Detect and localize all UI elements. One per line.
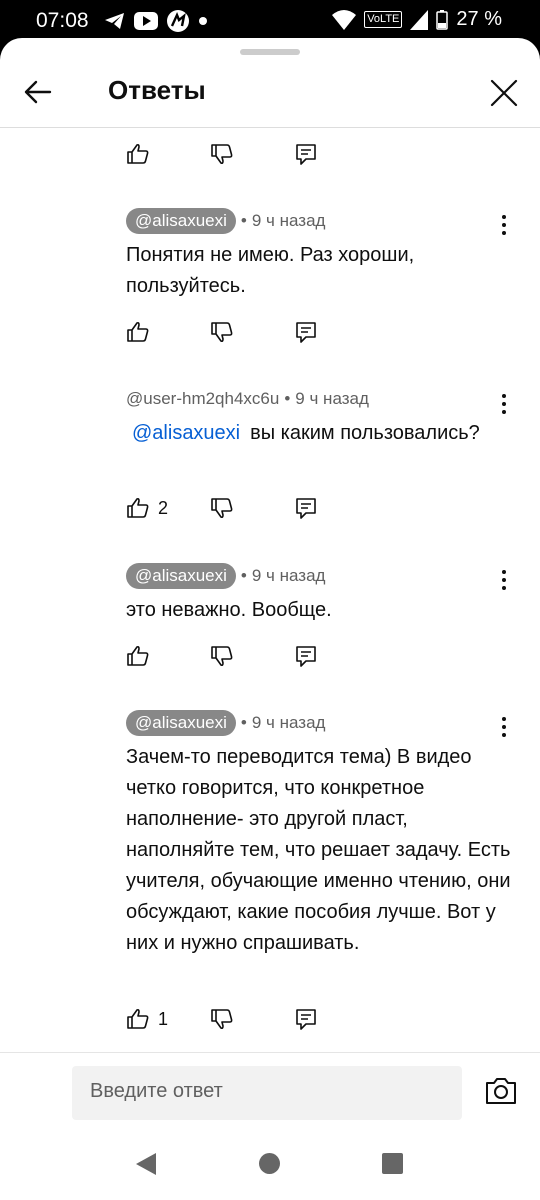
- more-options-button[interactable]: [492, 213, 516, 237]
- comment-text: Зачем-то переводится тема) В видео четко…: [126, 746, 511, 954]
- thumbs-up-icon: [127, 645, 149, 666]
- triangle-back-icon: [136, 1153, 156, 1175]
- nav-back-button[interactable]: [134, 1152, 158, 1176]
- reply-icon: [296, 646, 316, 667]
- reply-button[interactable]: [294, 496, 318, 520]
- signal-icon: [410, 9, 429, 30]
- like-count: 1: [158, 1008, 169, 1029]
- like-button[interactable]: [126, 644, 210, 668]
- reply-button[interactable]: [294, 320, 318, 344]
- notification-dot-icon: [198, 16, 208, 26]
- status-bar: 07:08 VoLTE 27 %: [0, 0, 540, 40]
- dislike-button[interactable]: [210, 496, 294, 520]
- reply-button[interactable]: [294, 644, 318, 668]
- dislike-button[interactable]: [210, 320, 294, 344]
- youtube-icon: [134, 12, 158, 30]
- like-button[interactable]: 2: [126, 496, 210, 520]
- comment-time: 9 ч назад: [295, 389, 369, 408]
- nav-home-button[interactable]: [259, 1153, 280, 1174]
- reply-icon: [296, 1009, 316, 1030]
- system-nav-bar: [0, 1130, 540, 1200]
- comment-time: 9 ч назад: [251, 566, 326, 585]
- comment-author[interactable]: @alisaxuexi: [126, 208, 236, 234]
- comment-actions: 1: [126, 1004, 318, 1034]
- reply-button[interactable]: [294, 142, 318, 166]
- like-button[interactable]: 1: [126, 1007, 210, 1031]
- comment-text: Понятия не имею. Раз хороши, пользуйтесь…: [126, 244, 415, 297]
- thumbs-down-icon: [211, 498, 233, 519]
- thumbs-down-icon: [211, 1009, 233, 1030]
- page-title: Ответы: [108, 75, 206, 105]
- comment-text: вы каким пользовались?: [250, 422, 480, 444]
- comment-text: это неважно. Вообще.: [126, 599, 332, 621]
- header-divider: [0, 127, 540, 128]
- thumbs-down-icon: [211, 322, 233, 343]
- dislike-button[interactable]: [210, 142, 294, 166]
- comment-item: @user-hm2qh4xc6u • 9 ч назад @alisaxuexi…: [126, 389, 480, 444]
- reply-icon: [296, 322, 316, 343]
- more-vert-icon: [502, 570, 506, 590]
- battery-percent: 27 %: [456, 8, 502, 30]
- comment-item: @alisaxuexi • 9 ч назад это неважно. Воо…: [126, 562, 516, 626]
- thumbs-up-icon: [127, 143, 149, 164]
- mention-link[interactable]: @alisaxuexi: [132, 422, 240, 444]
- reply-button[interactable]: [294, 1007, 318, 1031]
- comment-item: @alisaxuexi • 9 ч назад Понятия не имею.…: [126, 207, 516, 302]
- reply-icon: [296, 144, 316, 165]
- comment-actions: [126, 641, 318, 671]
- camera-icon: [486, 1078, 516, 1104]
- sheet-header: Ответы: [0, 58, 540, 128]
- telegram-icon: [104, 11, 126, 31]
- comment-actions: [126, 139, 318, 169]
- like-count: 2: [158, 497, 169, 518]
- comment-author[interactable]: @alisaxuexi: [126, 710, 236, 736]
- thumbs-up-icon: [127, 497, 149, 518]
- status-time: 07:08: [36, 9, 89, 32]
- comment-actions: [126, 317, 318, 347]
- more-vert-icon: [502, 717, 506, 737]
- comment-author[interactable]: @user-hm2qh4xc6u: [126, 389, 279, 409]
- dislike-button[interactable]: [210, 1007, 294, 1031]
- like-button[interactable]: [126, 320, 210, 344]
- volte-badge: VoLTE: [364, 11, 403, 28]
- camera-button[interactable]: [484, 1076, 518, 1106]
- back-arrow-icon: [24, 80, 52, 104]
- comment-author[interactable]: @alisaxuexi: [126, 563, 236, 589]
- more-vert-icon: [502, 394, 506, 414]
- more-vert-icon: [502, 215, 506, 235]
- back-button[interactable]: [20, 74, 56, 110]
- close-button[interactable]: [486, 75, 522, 111]
- comment-item: @alisaxuexi • 9 ч назад Зачем-то перевод…: [126, 709, 516, 959]
- more-options-button[interactable]: [492, 392, 516, 416]
- comment-time: 9 ч назад: [251, 211, 326, 230]
- battery-icon: [436, 9, 449, 30]
- reply-input[interactable]: Введите ответ: [72, 1066, 462, 1120]
- close-icon: [490, 79, 518, 107]
- drag-handle[interactable]: [240, 49, 300, 55]
- thumbs-down-icon: [211, 144, 233, 165]
- wifi-icon: [332, 9, 357, 30]
- nav-recents-button[interactable]: [382, 1153, 403, 1174]
- app-notification-icon: [166, 9, 190, 33]
- more-options-button[interactable]: [492, 568, 516, 592]
- dislike-button[interactable]: [210, 644, 294, 668]
- thumbs-up-icon: [127, 321, 149, 342]
- comment-time: 9 ч назад: [251, 713, 326, 732]
- thumbs-up-icon: [127, 1008, 149, 1029]
- more-options-button[interactable]: [492, 715, 516, 739]
- thumbs-down-icon: [211, 646, 233, 667]
- comment-actions: 2: [126, 493, 318, 523]
- reply-icon: [296, 498, 316, 519]
- like-button[interactable]: [126, 142, 210, 166]
